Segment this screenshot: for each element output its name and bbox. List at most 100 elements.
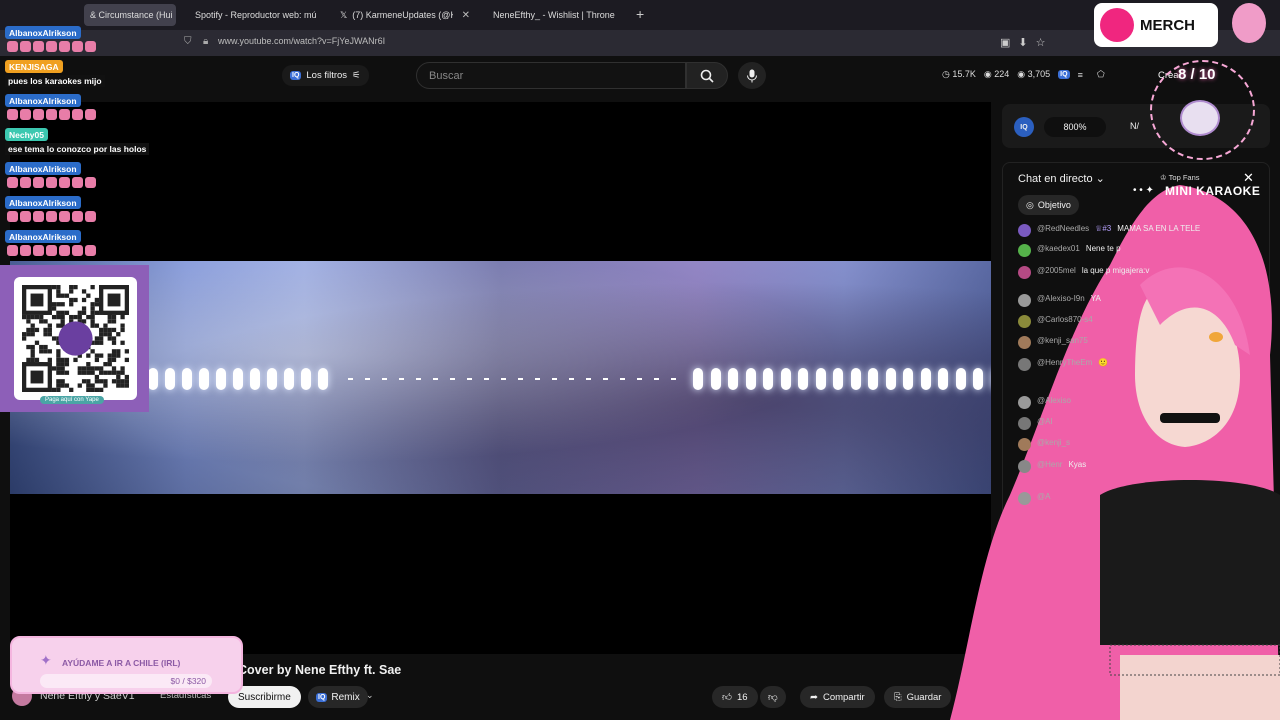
qr-module — [60, 370, 65, 375]
pin-icon[interactable]: ⬠ — [1097, 69, 1105, 80]
karaoke-label: MINI KARAOKE — [1165, 184, 1261, 198]
qr-module — [43, 344, 48, 350]
emote-icon — [7, 245, 18, 256]
qr-module — [43, 349, 48, 354]
chat-author[interactable]: @Al — [1037, 417, 1052, 426]
remix-button[interactable]: IQ Remix — [308, 686, 368, 708]
tab-twitter[interactable]: 𝕏 (7) KarmeneUpdates (@Karmen ✕ — [334, 4, 476, 26]
emote-row — [7, 109, 96, 121]
visualizer-bar — [267, 368, 277, 390]
avatar[interactable] — [1018, 266, 1031, 279]
shield-icon[interactable]: ⛉ — [184, 36, 192, 47]
chat-message[interactable]: @kaedex01 Nene te p — [1018, 244, 1258, 257]
chat-message[interactable]: @HenryTheEm 🙂 — [1018, 358, 1258, 371]
qr-module — [90, 310, 95, 315]
visualizer-dash — [382, 378, 387, 380]
chat-author[interactable]: @kenji_san75 — [1037, 336, 1088, 345]
screenshot-icon[interactable]: ▣ — [1000, 36, 1010, 49]
chat-message[interactable]: @RedNeedles ♕#3 MAMA SA EN LA TELE — [1018, 224, 1258, 237]
chat-message[interactable]: @Henr Kyas — [1018, 460, 1258, 473]
voice-search-button[interactable] — [738, 62, 766, 89]
visualizer-dash — [433, 378, 438, 380]
chat-message[interactable]: @kenji_san75 — [1018, 336, 1258, 349]
qr-module — [111, 349, 117, 354]
like-button[interactable]: 👍︎ 16 — [712, 686, 758, 708]
tab-active[interactable]: & Circumstance (Hui✕ — [84, 4, 176, 26]
merch-badge[interactable]: MERCH — [1094, 3, 1218, 47]
download-icon[interactable]: ⬇ — [1018, 36, 1027, 49]
avatar[interactable] — [1018, 244, 1031, 257]
avatar[interactable] — [1018, 336, 1031, 349]
avatar[interactable] — [1018, 224, 1031, 237]
qr-module — [30, 344, 35, 350]
avatar[interactable] — [1018, 315, 1031, 328]
chat-message[interactable]: @Carlos870-s4 — [1018, 315, 1258, 328]
chat-author[interactable]: @Alexiso-I9n — [1037, 294, 1085, 303]
qr-module — [86, 366, 91, 371]
qr-module — [107, 336, 112, 341]
share-arrow-icon: ➦ — [810, 691, 818, 703]
chat-author[interactable]: @kaedex01 — [1037, 244, 1080, 253]
emote-icon — [85, 109, 96, 120]
qr-module — [64, 357, 70, 363]
avatar[interactable] — [1018, 438, 1031, 451]
screen: & Circumstance (Hui✕ Spotify - Reproduct… — [0, 0, 1280, 720]
emote-icon — [20, 245, 31, 256]
chat-author[interactable]: @Carlos870-s4 — [1037, 315, 1093, 324]
avatar[interactable] — [1018, 417, 1031, 430]
emote-icon — [72, 245, 83, 256]
visualizer-bar — [199, 368, 209, 390]
qr-module — [107, 353, 112, 358]
tab-throne[interactable]: NeneEfthy_ - Wishlist | Throne✕ — [482, 4, 624, 26]
chat-author[interactable]: @RedNeedles — [1037, 224, 1089, 233]
chat-message[interactable]: @kenji_s — [1018, 438, 1258, 451]
yape-logo-icon — [58, 321, 93, 356]
search-button[interactable] — [686, 62, 728, 89]
chat-message[interactable]: @Alexiso-I9n YA — [1018, 294, 1258, 307]
new-tab-icon[interactable]: + — [636, 6, 644, 22]
emote-icon — [59, 245, 70, 256]
qr-module — [107, 314, 112, 320]
qr-module — [90, 285, 95, 290]
close-icon[interactable]: ✕ — [462, 10, 470, 21]
chevron-down-icon[interactable]: ⌄ — [366, 690, 374, 701]
dislike-button[interactable]: 👎︎ — [760, 686, 786, 708]
emote-row — [7, 41, 96, 53]
save-button[interactable]: ⎘ Guardar — [884, 686, 952, 708]
control-extra[interactable]: N/ — [1130, 121, 1139, 131]
share-button[interactable]: ➦ Compartir — [800, 686, 875, 708]
qr-module — [56, 349, 61, 354]
emote-icon — [46, 211, 57, 222]
chat-message[interactable]: @2005mel la que p migajera:v — [1018, 266, 1258, 279]
url-text[interactable]: www.youtube.com/watch?v=FjYeJWANr6I — [218, 36, 385, 46]
chat-message[interactable]: @Alexiso — [1018, 396, 1258, 409]
chat-author[interactable]: @2005mel — [1037, 266, 1076, 275]
emote-icon — [33, 211, 44, 222]
visualizer-dash — [603, 378, 608, 380]
chat-author[interactable]: @Henr — [1037, 460, 1062, 469]
avatar[interactable] — [1018, 294, 1031, 307]
chat-message[interactable]: @Al — [1018, 417, 1258, 430]
iq-badge[interactable]: IQ — [1058, 70, 1070, 79]
visualizer-bar — [182, 368, 192, 390]
search-input[interactable]: Buscar — [416, 62, 686, 89]
menu-icon[interactable]: ≡ — [1078, 70, 1083, 80]
avatar[interactable] — [1018, 396, 1031, 409]
qr-module — [39, 319, 44, 324]
avatar[interactable] — [1018, 460, 1031, 473]
chat-author[interactable]: @kenji_s — [1037, 438, 1070, 447]
avatar[interactable] — [1018, 492, 1031, 505]
qr-module — [26, 319, 31, 324]
avatar[interactable] — [1018, 358, 1031, 371]
chat-author[interactable]: @A — [1037, 492, 1050, 501]
iq-button[interactable]: IQ — [1014, 117, 1034, 137]
chat-author[interactable]: @Alexiso — [1037, 396, 1071, 405]
qr-module — [94, 310, 100, 315]
url-bar[interactable] — [0, 30, 1280, 56]
chat-author[interactable]: @HenryTheEm — [1037, 358, 1092, 367]
filters-button[interactable]: IQ Los filtros ⚟ — [282, 65, 369, 86]
bookmark-star-icon[interactable]: ☆ — [1036, 36, 1046, 49]
zoom-value[interactable]: 800% — [1044, 117, 1106, 137]
tab-spotify[interactable]: Spotify - Reproductor web: mú✕ — [184, 4, 324, 26]
chat-message[interactable]: @A — [1018, 492, 1258, 505]
